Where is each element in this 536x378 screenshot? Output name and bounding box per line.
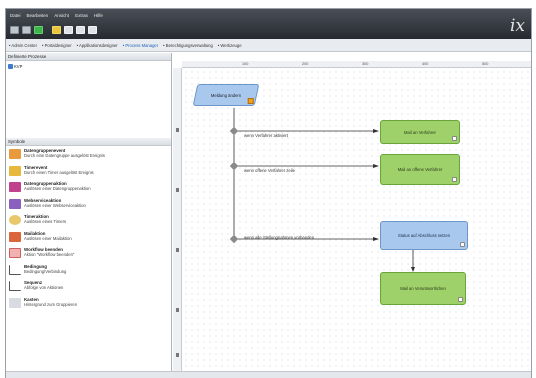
- document-icon[interactable]: [76, 25, 85, 34]
- navigation-tabs: • Admin Center • Portaldesigner • Applik…: [6, 39, 531, 52]
- menu-help[interactable]: Hilfe: [94, 12, 103, 20]
- menu-file[interactable]: Datei: [10, 12, 21, 20]
- tab-werkzeuge[interactable]: • Werkzeuge: [218, 43, 242, 48]
- action-node-mail-offene-verfahrer[interactable]: Mail an offene Verfahrer: [380, 154, 460, 185]
- process-canvas[interactable]: 100 200 300 400 500 Meldung ändern wenn …: [173, 53, 531, 378]
- box-icon: [9, 297, 21, 308]
- symbol-description: Durch eine Datengruppe ausgelöst Ereigni…: [24, 153, 106, 158]
- start-node-label: Meldung ändern: [210, 92, 242, 98]
- tab-applikationsdesigner[interactable]: • Applikationsdesigner: [77, 43, 118, 48]
- symbol-datengruppenevent[interactable]: Datengruppenevent Durch eine Datengruppe …: [6, 148, 171, 165]
- application-window: Datei Bearbeiten Ansicht Extras Hilfe ix…: [5, 8, 532, 378]
- process-tree-item[interactable]: KVP: [8, 63, 22, 69]
- mail-icon: [458, 297, 463, 302]
- action-node-mail-verantwortlichen[interactable]: Mail an Verantwortlichen: [380, 272, 466, 305]
- symbol-description: Auslösen einer Datengruppenaktion: [24, 186, 91, 191]
- back-arrow-icon[interactable]: [10, 25, 19, 34]
- save-icon[interactable]: [64, 25, 73, 34]
- status-bar: [6, 371, 531, 378]
- symbol-description: Durch einen Timer ausgelöst Ereignis: [24, 169, 94, 175]
- tab-admin-center[interactable]: • Admin Center: [9, 43, 37, 48]
- symbol-description: Bedingung/Verbindung: [24, 268, 67, 274]
- symbol-description: Hintergrund zum Gruppieren: [24, 301, 78, 307]
- symbol-description: Auslösen einer Mailaktion: [24, 235, 72, 241]
- processes-header: Definierte Prozesse: [6, 53, 171, 61]
- separator-icon: [46, 26, 49, 34]
- datengruppenevent-icon: [9, 149, 21, 159]
- symbol-description: Auslösen einer Webserviceaktion: [24, 202, 86, 208]
- mail-icon: [452, 177, 457, 182]
- condition-label[interactable]: wenn alle Stellungnahmen vorhanden: [244, 235, 314, 240]
- action-node-label: Mail an Verantwortlichen: [400, 286, 446, 291]
- brand-logo: ix: [509, 16, 525, 36]
- symbol-workflow-beenden[interactable]: Workflow beenden Aktion "Workflow beenden…: [6, 247, 171, 264]
- symbol-mailaktion[interactable]: Mailaktion Auslösen einer Mailaktion: [6, 231, 171, 248]
- add-icon[interactable]: [34, 25, 43, 34]
- symbols-header: Symbole: [6, 138, 171, 146]
- action-node-label: Status auf Abschluss setzen: [397, 233, 451, 238]
- symbol-kasten[interactable]: Kasten Hintergrund zum Gruppieren: [6, 297, 171, 314]
- start-node[interactable]: Meldung ändern: [192, 84, 260, 106]
- menu-extras[interactable]: Extras: [75, 12, 88, 20]
- datengruppenaktion-icon: [9, 182, 21, 192]
- mailaktion-icon: [9, 231, 21, 242]
- action-node-label: Mail an Verfahrer: [404, 129, 436, 135]
- action-node-status[interactable]: Status auf Abschluss setzen: [380, 221, 468, 250]
- sidebar: Definierte Prozesse KVP Symbole Datengru…: [6, 53, 172, 378]
- event-icon: [247, 98, 254, 104]
- tab-process-manager[interactable]: • Process Manager: [123, 43, 158, 48]
- tab-portaldesigner[interactable]: • Portaldesigner: [42, 43, 72, 48]
- sequence-icon: [9, 281, 21, 291]
- symbol-bedingung[interactable]: Bedingung Bedingung/Verbindung: [6, 264, 171, 281]
- process-tree-label: KVP: [14, 63, 23, 69]
- forward-arrow-icon[interactable]: [22, 25, 31, 34]
- tab-berechtigungsverwaltung[interactable]: • Berechtigungsverwaltung: [163, 43, 213, 48]
- timeraktion-icon: [9, 215, 21, 225]
- data-icon: [460, 242, 465, 247]
- mail-icon: [452, 136, 457, 141]
- timerevent-icon: [9, 165, 21, 176]
- menu-edit[interactable]: Bearbeiten: [27, 12, 49, 20]
- menu-view[interactable]: Ansicht: [54, 12, 69, 20]
- title-bar: Datei Bearbeiten Ansicht Extras Hilfe ix: [6, 9, 531, 39]
- symbol-timeraktion[interactable]: Timeraktion Auslösen eines Timers: [6, 214, 171, 231]
- action-node-mail-verfahrer[interactable]: Mail an Verfahrer: [380, 120, 460, 144]
- symbol-description: Aktion "Workflow beenden": [24, 252, 75, 257]
- process-icon: [8, 63, 13, 69]
- menu-bar: Datei Bearbeiten Ansicht Extras Hilfe: [10, 12, 103, 20]
- symbol-sequenz[interactable]: Sequenz Abfolge von Aktionen: [6, 280, 171, 297]
- symbol-description: Abfolge von Aktionen: [24, 285, 64, 290]
- symbol-datengruppenaktion[interactable]: Datengruppenaktion Auslösen einer Datengr…: [6, 181, 171, 198]
- condition-label[interactable]: wenn offene Verfahrer zeile: [244, 168, 295, 173]
- open-folder-icon[interactable]: [52, 25, 61, 34]
- webserviceaktion-icon: [9, 198, 21, 209]
- symbol-description: Auslösen eines Timers: [24, 219, 67, 224]
- condition-label[interactable]: wenn Verfahrer aktiviert: [244, 133, 288, 138]
- symbol-timerevent[interactable]: Timerevent Durch einen Timer ausgelöst Er…: [6, 165, 171, 182]
- symbol-list: Datengruppenevent Durch eine Datengruppe …: [6, 148, 171, 313]
- action-node-label: Mail an offene Verfahrer: [397, 167, 443, 172]
- print-icon[interactable]: [88, 25, 97, 34]
- toolbar: [10, 24, 97, 35]
- symbol-webserviceaktion[interactable]: Webserviceaktion Auslösen einer Webservic…: [6, 198, 171, 215]
- workflow-end-icon: [9, 248, 21, 258]
- condition-icon: [9, 264, 21, 275]
